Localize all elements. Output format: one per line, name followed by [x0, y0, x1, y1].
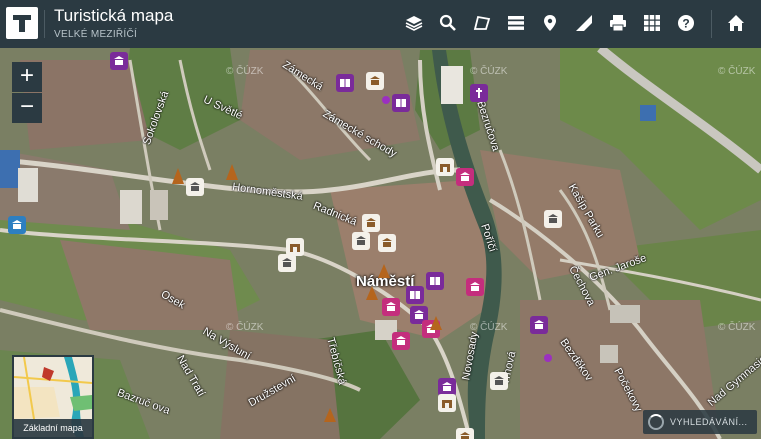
layers-icon — [405, 16, 423, 31]
book-poi-icon[interactable] — [426, 272, 444, 290]
list-button[interactable] — [503, 10, 529, 36]
print-icon — [610, 15, 626, 32]
basemap-label: Základní mapa — [14, 419, 92, 437]
layers-button[interactable] — [401, 10, 427, 36]
church-poi-icon[interactable] — [470, 84, 488, 102]
list-icon — [508, 16, 524, 30]
copyright-label: © ČÚZK — [226, 322, 264, 333]
search-icon — [439, 14, 456, 31]
print-button[interactable] — [605, 10, 631, 36]
help-button[interactable]: ? — [673, 10, 699, 36]
location-pin-icon — [544, 15, 556, 31]
castle-poi-icon[interactable] — [362, 214, 380, 232]
app-logo-icon[interactable] — [6, 7, 38, 39]
gate-poi-icon[interactable] — [436, 158, 454, 176]
copyright-label: © ČÚZK — [718, 66, 756, 77]
app-subtitle: VELKÉ MEZIŘÍČÍ — [54, 29, 138, 40]
zoom-in-button[interactable]: + — [12, 62, 42, 92]
monument-poi-icon[interactable] — [490, 372, 508, 390]
svg-text:?: ? — [682, 17, 689, 31]
monument-poi-icon[interactable] — [352, 232, 370, 250]
museum-poi-icon[interactable] — [382, 298, 400, 316]
museum-poi-icon[interactable] — [422, 320, 440, 338]
monument-poi-icon[interactable] — [186, 178, 204, 196]
basemap-switcher[interactable]: Základní mapa — [12, 355, 94, 439]
app-title: Turistická mapa — [54, 6, 174, 25]
apps-button[interactable] — [639, 10, 665, 36]
measure-icon — [576, 15, 592, 31]
search-button[interactable] — [435, 10, 461, 36]
book-poi-icon[interactable] — [406, 286, 424, 304]
help-icon: ? — [678, 15, 694, 31]
museum-poi-icon[interactable] — [110, 52, 128, 70]
copyright-label: © ČÚZK — [470, 66, 508, 77]
zoom-out-button[interactable]: − — [12, 93, 42, 123]
castle-poi-icon[interactable] — [366, 72, 384, 90]
toolbar-divider — [711, 10, 712, 38]
castle-poi-icon[interactable] — [378, 234, 396, 252]
copyright-label: © ČÚZK — [470, 322, 508, 333]
measure-button[interactable] — [571, 10, 597, 36]
gate-poi-icon[interactable] — [438, 394, 456, 412]
museum-poi-icon[interactable] — [530, 316, 548, 334]
castle-poi-icon[interactable] — [456, 428, 474, 439]
info-poi-icon[interactable] — [8, 216, 26, 234]
header-divider — [44, 10, 45, 38]
book-poi-icon[interactable] — [336, 74, 354, 92]
book-poi-icon[interactable] — [392, 94, 410, 112]
museum-poi-icon[interactable] — [466, 278, 484, 296]
grid-icon — [644, 15, 660, 31]
area-button[interactable] — [469, 10, 495, 36]
loading-spinner-icon — [648, 414, 664, 430]
area-icon — [473, 15, 491, 30]
location-button[interactable] — [537, 10, 563, 36]
search-status: VYHLEDÁVÁNÍ... — [643, 410, 757, 434]
monument-poi-icon[interactable] — [544, 210, 562, 228]
museum-poi-icon[interactable] — [392, 332, 410, 350]
monument-poi-icon[interactable] — [278, 254, 296, 272]
search-status-text: VYHLEDÁVÁNÍ... — [670, 417, 748, 427]
home-icon — [728, 15, 744, 31]
home-button[interactable] — [723, 10, 749, 36]
copyright-label: © ČÚZK — [226, 66, 264, 77]
app-header: Turistická mapa VELKÉ MEZIŘÍČÍ ? — [0, 0, 761, 48]
map-canvas[interactable]: Hornoměstská Radnická Zámecká Zámecké sc… — [0, 0, 761, 439]
museum-poi-icon[interactable] — [456, 168, 474, 186]
copyright-label: © ČÚZK — [718, 322, 756, 333]
